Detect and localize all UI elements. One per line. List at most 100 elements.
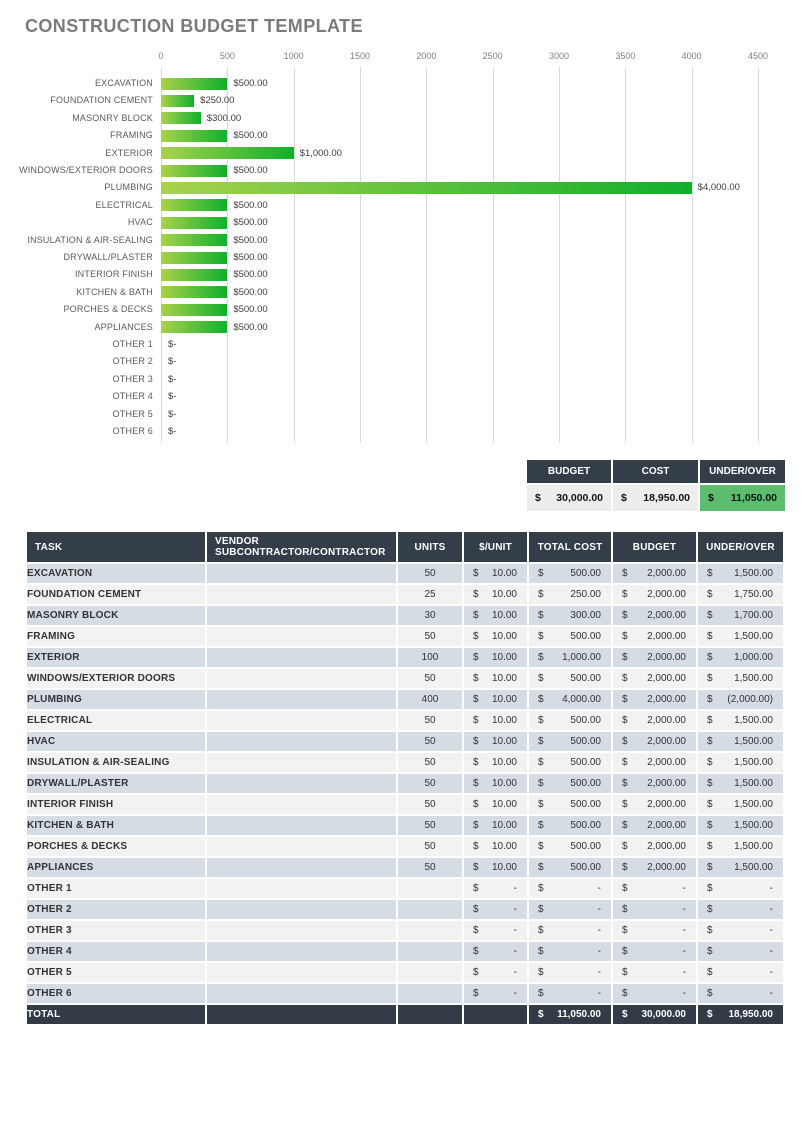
cell-units[interactable]: [397, 899, 463, 920]
cell-total-cost[interactable]: $500.00: [528, 731, 612, 752]
cell-budget[interactable]: $2,000.00: [612, 584, 697, 605]
cell-under-over[interactable]: $-: [697, 878, 784, 899]
cell-total-cost[interactable]: $500.00: [528, 668, 612, 689]
cell-vendor[interactable]: [206, 962, 397, 983]
cell-units[interactable]: [397, 941, 463, 962]
cell-units[interactable]: 50: [397, 668, 463, 689]
cell-under-over[interactable]: $1,500.00: [697, 773, 784, 794]
cell-under-over[interactable]: $1,500.00: [697, 794, 784, 815]
cell-units[interactable]: 50: [397, 836, 463, 857]
cell-unit-cost[interactable]: $10.00: [463, 668, 528, 689]
cell-unit-cost[interactable]: $10.00: [463, 773, 528, 794]
cell-unit-cost[interactable]: $-: [463, 941, 528, 962]
cell-unit-cost[interactable]: $-: [463, 878, 528, 899]
cell-under-over[interactable]: $1,500.00: [697, 752, 784, 773]
cell-task[interactable]: OTHER 3: [26, 920, 206, 941]
cell-under-over[interactable]: $1,500.00: [697, 731, 784, 752]
summary-value-cell[interactable]: $11,050.00: [700, 485, 785, 511]
cell-units[interactable]: 50: [397, 731, 463, 752]
cell-vendor[interactable]: [206, 626, 397, 647]
cell-task[interactable]: INSULATION & AIR-SEALING: [26, 752, 206, 773]
cell-under-over[interactable]: $1,000.00: [697, 647, 784, 668]
cell-under-over[interactable]: $-: [697, 983, 784, 1004]
cell-task[interactable]: HVAC: [26, 731, 206, 752]
cell-budget[interactable]: $2,000.00: [612, 689, 697, 710]
cell-total-cost[interactable]: $1,000.00: [528, 647, 612, 668]
cell-under-over[interactable]: $1,500.00: [697, 563, 784, 584]
cell-units[interactable]: [397, 920, 463, 941]
cell-vendor[interactable]: [206, 710, 397, 731]
cell-task[interactable]: WINDOWS/EXTERIOR DOORS: [26, 668, 206, 689]
cell-vendor[interactable]: [206, 689, 397, 710]
cell-units[interactable]: [397, 962, 463, 983]
cell-budget[interactable]: $-: [612, 941, 697, 962]
cell-total-cost[interactable]: $4,000.00: [528, 689, 612, 710]
cell-vendor[interactable]: [206, 584, 397, 605]
cell-under-over-sum[interactable]: $18,950.00: [697, 1004, 784, 1025]
cell-vendor[interactable]: [206, 941, 397, 962]
cell-under-over[interactable]: $1,700.00: [697, 605, 784, 626]
cell-under-over[interactable]: $-: [697, 962, 784, 983]
cell-vendor[interactable]: [206, 668, 397, 689]
cell-unit-cost[interactable]: $10.00: [463, 857, 528, 878]
cell-under-over[interactable]: $1,500.00: [697, 836, 784, 857]
cell-units[interactable]: 50: [397, 857, 463, 878]
cell-task[interactable]: EXTERIOR: [26, 647, 206, 668]
cell-total-cost[interactable]: $-: [528, 941, 612, 962]
cell-budget[interactable]: $2,000.00: [612, 731, 697, 752]
cell-unit-cost[interactable]: $-: [463, 983, 528, 1004]
cell-unit-cost[interactable]: $10.00: [463, 584, 528, 605]
cell-budget[interactable]: $2,000.00: [612, 626, 697, 647]
cell-total-cost-sum[interactable]: $11,050.00: [528, 1004, 612, 1025]
cell-units[interactable]: 25: [397, 584, 463, 605]
cell-units[interactable]: 50: [397, 563, 463, 584]
cell-task[interactable]: DRYWALL/PLASTER: [26, 773, 206, 794]
cell-units[interactable]: 50: [397, 626, 463, 647]
cell-task[interactable]: FOUNDATION CEMENT: [26, 584, 206, 605]
cell-task[interactable]: MASONRY BLOCK: [26, 605, 206, 626]
cell-under-over[interactable]: $1,500.00: [697, 857, 784, 878]
cell-task[interactable]: OTHER 6: [26, 983, 206, 1004]
cell-units[interactable]: 50: [397, 773, 463, 794]
cell-vendor[interactable]: [206, 836, 397, 857]
cell-under-over[interactable]: $-: [697, 920, 784, 941]
cell-total-cost[interactable]: $500.00: [528, 710, 612, 731]
cell-unit-cost[interactable]: $10.00: [463, 815, 528, 836]
cell-budget[interactable]: $-: [612, 899, 697, 920]
cell-vendor[interactable]: [206, 899, 397, 920]
cell-under-over[interactable]: $1,500.00: [697, 815, 784, 836]
cell-total-cost[interactable]: $500.00: [528, 815, 612, 836]
cell-total-cost[interactable]: $250.00: [528, 584, 612, 605]
cell-unit-cost[interactable]: $-: [463, 962, 528, 983]
cell-unit-cost[interactable]: $10.00: [463, 731, 528, 752]
cell-total-cost[interactable]: $-: [528, 878, 612, 899]
cell-units[interactable]: [397, 983, 463, 1004]
cell-budget[interactable]: $2,000.00: [612, 857, 697, 878]
cell-total-cost[interactable]: $500.00: [528, 563, 612, 584]
summary-value-cell[interactable]: $30,000.00: [527, 485, 611, 511]
cell-budget-sum[interactable]: $30,000.00: [612, 1004, 697, 1025]
cell-budget[interactable]: $2,000.00: [612, 836, 697, 857]
cell-units[interactable]: 50: [397, 710, 463, 731]
cell-vendor[interactable]: [206, 647, 397, 668]
cell-budget[interactable]: $-: [612, 983, 697, 1004]
cell-units[interactable]: 400: [397, 689, 463, 710]
cell-total-cost[interactable]: $-: [528, 899, 612, 920]
cell-task[interactable]: OTHER 4: [26, 941, 206, 962]
cell-budget[interactable]: $2,000.00: [612, 647, 697, 668]
cell-units[interactable]: [397, 878, 463, 899]
cell-total-cost[interactable]: $-: [528, 983, 612, 1004]
cell-vendor[interactable]: [206, 752, 397, 773]
cell-units[interactable]: 30: [397, 605, 463, 626]
cell-task[interactable]: APPLIANCES: [26, 857, 206, 878]
cell-task[interactable]: PORCHES & DECKS: [26, 836, 206, 857]
cell-total-cost[interactable]: $-: [528, 920, 612, 941]
cell-task[interactable]: EXCAVATION: [26, 563, 206, 584]
cell-budget[interactable]: $2,000.00: [612, 752, 697, 773]
cell-under-over[interactable]: $-: [697, 899, 784, 920]
cell-task[interactable]: KITCHEN & BATH: [26, 815, 206, 836]
cell-budget[interactable]: $2,000.00: [612, 794, 697, 815]
cell-unit-cost[interactable]: $-: [463, 920, 528, 941]
cell-vendor[interactable]: [206, 983, 397, 1004]
cell-units[interactable]: 50: [397, 794, 463, 815]
